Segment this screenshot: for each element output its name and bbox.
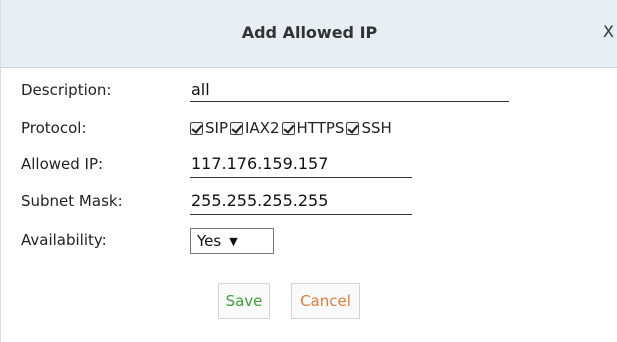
protocol-option-https[interactable]: HTTPS — [281, 119, 345, 137]
cancel-button[interactable]: Cancel — [291, 283, 360, 319]
protocol-option-iax2[interactable]: IAX2 — [230, 119, 280, 137]
add-allowed-ip-dialog: Add Allowed IP X Description: all Protoc… — [0, 0, 617, 342]
allowed-ip-label: Allowed IP: — [21, 155, 104, 173]
protocol-option-label: IAX2 — [245, 119, 280, 137]
protocol-option-sip[interactable]: SIP — [190, 119, 228, 137]
chevron-down-icon: ▼ — [229, 234, 238, 248]
checkbox-checked-icon[interactable] — [230, 121, 243, 135]
dialog-title: Add Allowed IP — [241, 23, 378, 42]
allowed-ip-field[interactable]: 117.176.159.157 — [190, 154, 412, 178]
save-button[interactable]: Save — [218, 283, 270, 319]
checkbox-checked-icon[interactable] — [281, 121, 295, 135]
protocol-options: SIP IAX2 HTTPS SSH — [190, 119, 394, 137]
description-field[interactable]: all — [190, 80, 509, 102]
close-icon[interactable]: X — [603, 22, 614, 41]
protocol-option-label: SIP — [205, 119, 228, 137]
protocol-label: Protocol: — [21, 119, 87, 137]
subnet-mask-field[interactable]: 255.255.255.255 — [190, 191, 412, 215]
availability-selected-value: Yes — [197, 232, 222, 250]
dialog-header: Add Allowed IP X — [1, 0, 617, 68]
protocol-option-label: SSH — [361, 119, 392, 137]
availability-label: Availability: — [21, 231, 107, 249]
subnet-mask-label: Subnet Mask: — [21, 192, 123, 210]
description-label: Description: — [21, 81, 112, 99]
availability-select[interactable]: Yes ▼ — [190, 228, 274, 254]
checkbox-checked-icon[interactable] — [346, 121, 360, 135]
protocol-option-label: HTTPS — [296, 119, 345, 137]
protocol-option-ssh[interactable]: SSH — [346, 119, 392, 137]
checkbox-checked-icon[interactable] — [190, 121, 203, 135]
